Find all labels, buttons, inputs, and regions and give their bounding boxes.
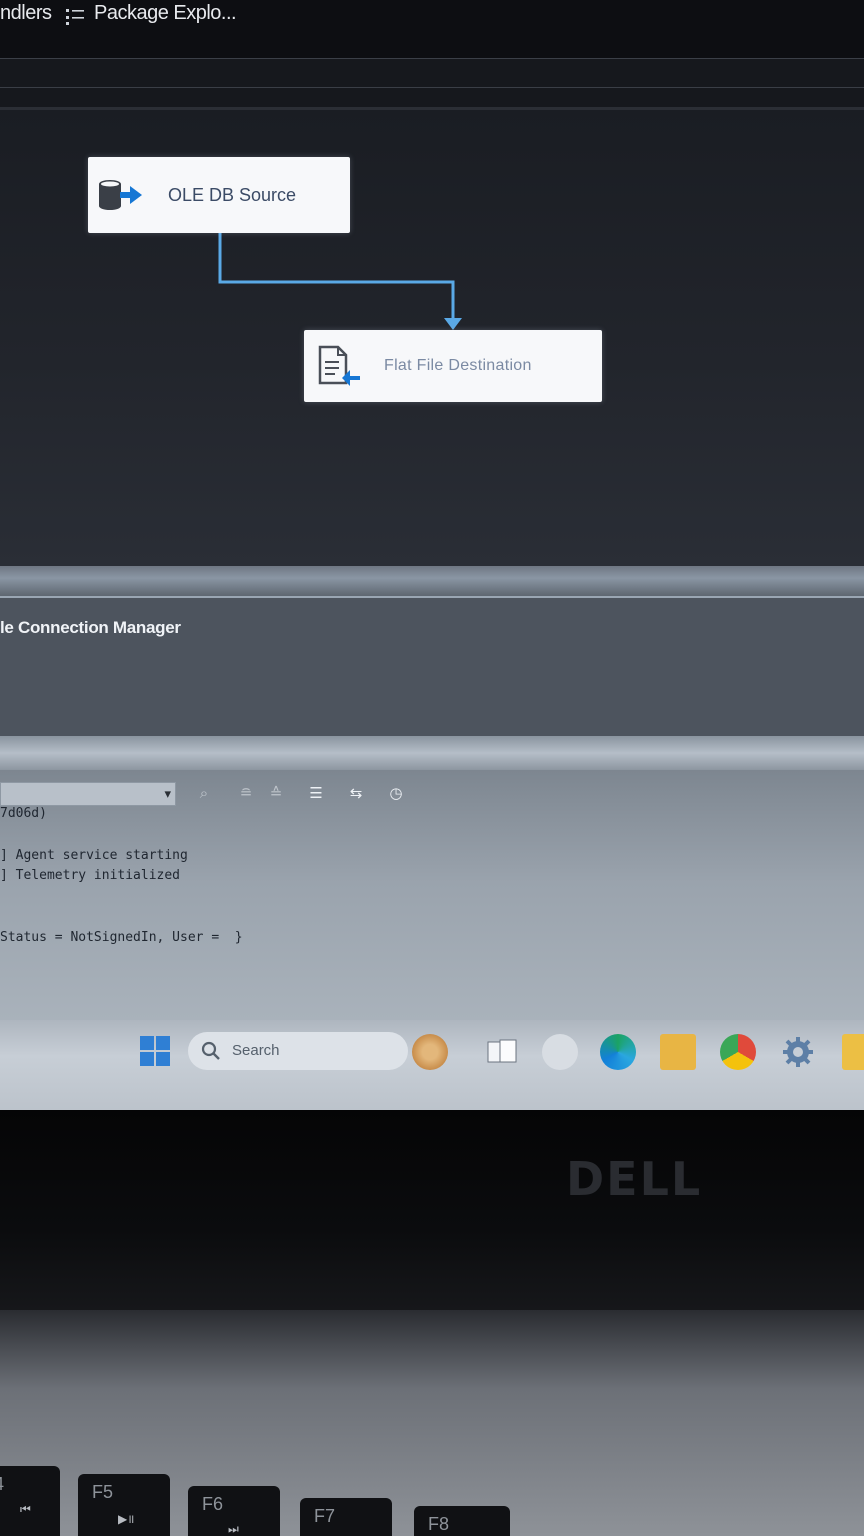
store-icon[interactable] <box>842 1034 864 1070</box>
dell-logo: DELL <box>566 1152 703 1206</box>
designer-toolstrip <box>0 58 864 110</box>
file-explorer-icon[interactable] <box>660 1034 696 1070</box>
connection-managers-pane: le Connection Manager <box>0 596 864 736</box>
monitor-screen: ndlers Package Explo... OLE DB Source Fl… <box>0 0 864 1110</box>
database-source-icon <box>99 180 142 210</box>
word-wrap-icon[interactable]: ⇆ <box>344 782 368 806</box>
find-message-icon[interactable]: ⌕ <box>192 782 216 806</box>
taskbar-search[interactable]: Search <box>188 1032 408 1070</box>
previous-track-icon: ⏮ <box>20 1502 31 1516</box>
clear-all-icon[interactable]: ☰ <box>304 782 328 806</box>
ole-db-source-node[interactable]: OLE DB Source <box>88 157 350 233</box>
key-f8[interactable]: F8 <box>414 1506 510 1536</box>
play-pause-icon: ▶॥ <box>118 1512 135 1526</box>
key-label: F5 <box>92 1482 114 1502</box>
tab-package-explorer[interactable]: Package Explo... <box>94 0 237 30</box>
flat-file-connection-manager-item[interactable]: le Connection Manager <box>0 618 181 638</box>
chrome-icon[interactable] <box>720 1034 756 1070</box>
settings-icon[interactable] <box>780 1034 816 1070</box>
previous-message-icon[interactable]: ≘ <box>234 782 258 806</box>
output-line: 7d06d) <box>0 806 47 821</box>
flat-file-destination-node[interactable]: Flat File Destination <box>304 330 602 402</box>
widgets-icon[interactable] <box>412 1034 448 1070</box>
task-view-icon[interactable] <box>484 1034 520 1070</box>
flat-file-destination-label: Flat File Destination <box>384 357 532 374</box>
key-f4[interactable]: 4 ⏮ <box>0 1466 60 1536</box>
output-window: ▾ ⌕ ≘ ≙ ☰ ⇆ ◷ 7d06d) ] Agent service sta… <box>0 770 864 1020</box>
chat-icon[interactable] <box>542 1034 578 1070</box>
output-pane-splitter[interactable] <box>0 736 864 770</box>
document-tab-bar: ndlers Package Explo... <box>0 0 864 58</box>
package-explorer-icon <box>66 9 84 25</box>
designer-splitter[interactable] <box>0 566 864 596</box>
data-flow-canvas[interactable]: OLE DB Source Flat File Destination <box>0 110 864 570</box>
search-icon <box>201 1041 220 1060</box>
next-message-icon[interactable]: ≙ <box>264 782 288 806</box>
ole-db-source-label: OLE DB Source <box>168 185 297 205</box>
laptop-bezel: DELL <box>0 1110 864 1310</box>
windows-taskbar: Search <box>0 1020 864 1110</box>
key-label: F7 <box>314 1506 336 1526</box>
chevron-down-icon: ▾ <box>164 786 171 801</box>
key-label: F8 <box>428 1514 450 1534</box>
output-line: Status = NotSignedIn, User = } <box>0 930 243 945</box>
flat-file-destination-icon <box>318 345 360 386</box>
output-line: ] Agent service starting <box>0 848 188 863</box>
output-source-dropdown[interactable]: ▾ <box>0 782 176 806</box>
key-label: 4 <box>0 1474 4 1495</box>
tab-event-handlers[interactable]: ndlers <box>0 0 52 30</box>
key-f5[interactable]: F5 ▶॥ <box>78 1474 170 1536</box>
edge-icon[interactable] <box>600 1034 636 1070</box>
laptop-keyboard: 4 ⏮ F5 ▶॥ F6 ⏭ F7 F8 <box>0 1310 864 1536</box>
start-button[interactable] <box>140 1036 170 1066</box>
output-toolbar: ▾ ⌕ ≘ ≙ ☰ ⇆ ◷ <box>0 780 864 808</box>
timestamp-icon[interactable]: ◷ <box>384 782 408 806</box>
search-placeholder: Search <box>232 1042 280 1059</box>
key-label: F6 <box>202 1494 224 1514</box>
key-f6[interactable]: F6 ⏭ <box>188 1486 280 1536</box>
output-line: ] Telemetry initialized <box>0 868 181 883</box>
next-track-icon: ⏭ <box>228 1522 239 1536</box>
key-f7[interactable]: F7 <box>300 1498 392 1536</box>
